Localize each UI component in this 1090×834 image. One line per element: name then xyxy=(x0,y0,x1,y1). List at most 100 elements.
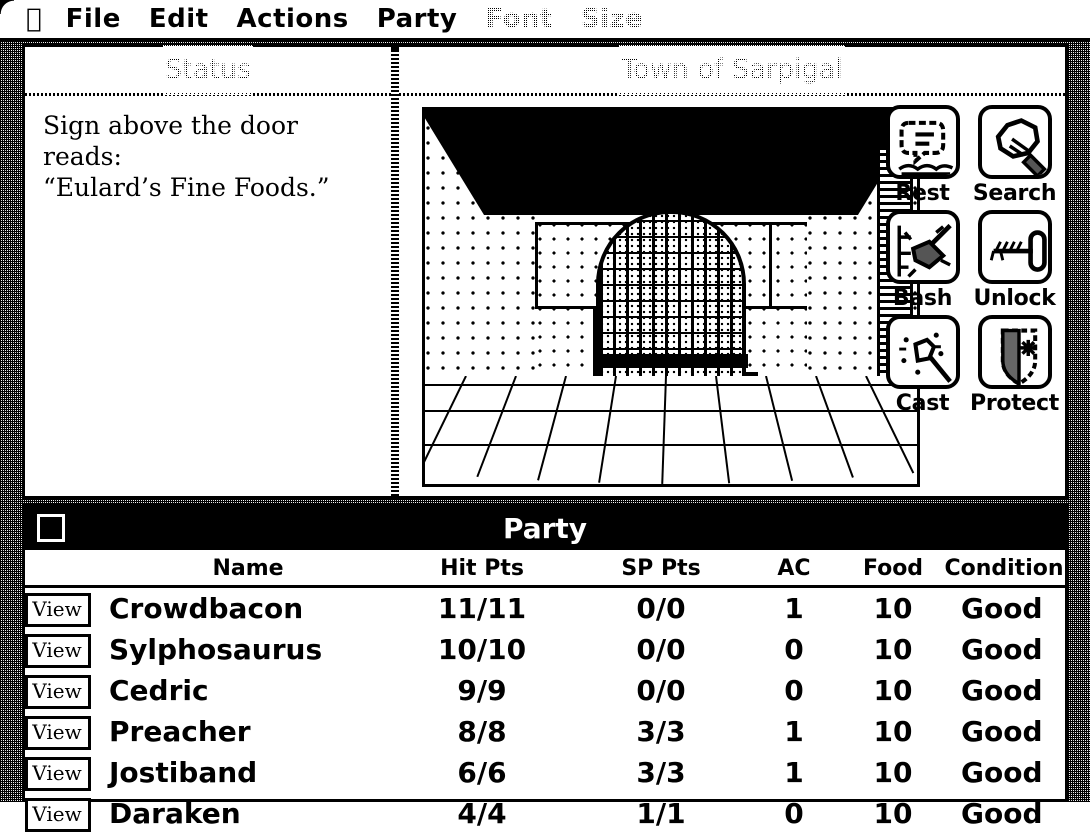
gate-lintel xyxy=(594,354,748,368)
table-row[interactable]: View Cedric 9/9 0/0 0 10 Good xyxy=(25,670,1065,711)
cell-hit-pts: 10/10 xyxy=(437,633,527,666)
cell-sp-pts: 0/0 xyxy=(636,674,686,707)
status-line-1: Sign above the door xyxy=(43,111,298,140)
magnifier-icon xyxy=(995,118,1047,175)
col-name: Name xyxy=(109,550,387,588)
status-pane-title-label: Status xyxy=(162,45,254,95)
close-icon[interactable] xyxy=(37,514,65,542)
cell-food: 10 xyxy=(873,715,913,748)
scroll-thumb[interactable] xyxy=(391,47,399,50)
cell-name: Cedric xyxy=(109,674,209,707)
cell-ac: 1 xyxy=(784,715,804,748)
party-window-title: Party xyxy=(502,511,588,545)
cell-name: Crowdbacon xyxy=(109,592,304,625)
view-button[interactable]: View xyxy=(25,716,91,750)
status-message: Sign above the door reads: “Eulard’s Fin… xyxy=(25,96,391,203)
menu-edit[interactable]: Edit xyxy=(135,0,223,38)
rest-label: Rest xyxy=(895,181,950,206)
cell-hit-pts: 8/8 xyxy=(457,715,507,748)
col-food: Food xyxy=(843,550,943,588)
menu-party[interactable]: Party xyxy=(363,0,472,38)
wand-icon xyxy=(898,332,952,383)
menu-size-label: Size xyxy=(580,4,644,34)
cell-sp-pts: 0/0 xyxy=(636,592,686,625)
col-hit-pts: Hit Pts xyxy=(387,550,577,588)
table-row[interactable]: View Daraken 4/4 1/1 0 10 Good xyxy=(25,793,1065,834)
bed-icon xyxy=(897,120,953,175)
mortar-line xyxy=(535,222,538,306)
view-button[interactable]: View xyxy=(25,798,91,832)
col-sp-pts: SP Pts xyxy=(577,550,745,588)
menu-actions[interactable]: Actions xyxy=(223,0,363,38)
action-rest[interactable]: Rest xyxy=(883,105,962,206)
floor xyxy=(425,376,917,484)
cell-ac: 0 xyxy=(784,633,804,666)
status-line-2: reads: xyxy=(43,142,122,171)
cell-name: Sylphosaurus xyxy=(109,633,323,666)
party-table-header-row: Name Hit Pts SP Pts AC Food Condition xyxy=(25,550,1065,588)
cell-name: Preacher xyxy=(109,715,251,748)
party-window: Party Name Hit Pts SP Pts AC Food Condit… xyxy=(22,503,1068,832)
protect-label: Protect xyxy=(970,391,1059,416)
action-unlock[interactable]: Unlock xyxy=(970,210,1059,311)
cell-food: 10 xyxy=(873,674,913,707)
key-icon xyxy=(989,230,1047,272)
action-search[interactable]: Search xyxy=(970,105,1059,206)
status-line-3: “Eulard’s Fine Foods.” xyxy=(43,173,330,202)
hammer-icon xyxy=(897,223,952,278)
cell-condition: Good xyxy=(961,674,1043,707)
status-pane-title: Status xyxy=(25,45,391,95)
bash-button[interactable] xyxy=(885,210,960,284)
cell-name: Daraken xyxy=(109,797,241,830)
game-pane-title: Town of Sarpigal xyxy=(399,45,1065,95)
cell-sp-pts: 0/0 xyxy=(636,633,686,666)
menubar-corner xyxy=(0,0,22,38)
table-row[interactable]: View Crowdbacon 11/11 0/0 1 10 Good xyxy=(25,587,1065,630)
action-protect[interactable]: Protect xyxy=(970,315,1059,416)
protect-button[interactable] xyxy=(977,315,1052,389)
shield-icon xyxy=(1000,328,1037,385)
cast-button[interactable] xyxy=(885,315,960,389)
cell-ac: 0 xyxy=(784,674,804,707)
apple-icon[interactable]:  xyxy=(22,0,52,38)
bash-label: Bash xyxy=(892,286,953,311)
action-cast[interactable]: Cast xyxy=(883,315,962,416)
cell-condition: Good xyxy=(961,715,1043,748)
col-ac: AC xyxy=(745,550,843,588)
action-button-grid: Rest Search Bash Unlock Cast Protect xyxy=(883,105,1059,420)
unlock-label: Unlock xyxy=(973,286,1056,311)
action-bash[interactable]: Bash xyxy=(883,210,962,311)
search-button[interactable] xyxy=(977,105,1052,179)
menu-size: Size xyxy=(566,0,658,38)
col-view xyxy=(25,550,109,588)
cell-food: 10 xyxy=(873,633,913,666)
cell-condition: Good xyxy=(961,633,1043,666)
party-title-bar: Party xyxy=(25,506,1065,550)
unlock-button[interactable] xyxy=(977,210,1052,284)
view-button[interactable]: View xyxy=(25,634,91,668)
cell-food: 10 xyxy=(873,756,913,789)
table-row[interactable]: View Sylphosaurus 10/10 0/0 0 10 Good xyxy=(25,629,1065,670)
table-row[interactable]: View Preacher 8/8 3/3 1 10 Good xyxy=(25,711,1065,752)
view-button[interactable]: View xyxy=(25,593,91,627)
cell-sp-pts: 3/3 xyxy=(636,756,686,789)
cell-ac: 1 xyxy=(784,756,804,789)
dungeon-viewport[interactable] xyxy=(422,107,920,487)
view-button[interactable]: View xyxy=(25,675,91,709)
cell-name: Jostiband xyxy=(109,756,258,789)
cell-condition: Good xyxy=(961,592,1043,625)
col-condition: Condition xyxy=(943,550,1065,588)
cell-condition: Good xyxy=(961,756,1043,789)
search-label: Search xyxy=(972,181,1057,206)
cell-sp-pts: 3/3 xyxy=(636,715,686,748)
status-pane: Status Sign above the door reads: “Eular… xyxy=(25,45,391,496)
main-game-window: Status Sign above the door reads: “Eular… xyxy=(22,44,1068,499)
view-button[interactable]: View xyxy=(25,757,91,791)
menu-file[interactable]: File xyxy=(52,0,135,38)
pane-divider-scrollbar[interactable] xyxy=(391,47,399,496)
cell-ac: 0 xyxy=(784,797,804,830)
cast-label: Cast xyxy=(895,391,950,416)
rest-button[interactable] xyxy=(885,105,960,179)
game-pane: Town of Sarpigal Rest Search Bash Unlock… xyxy=(399,45,1065,496)
table-row[interactable]: View Jostiband 6/6 3/3 1 10 Good xyxy=(25,752,1065,793)
